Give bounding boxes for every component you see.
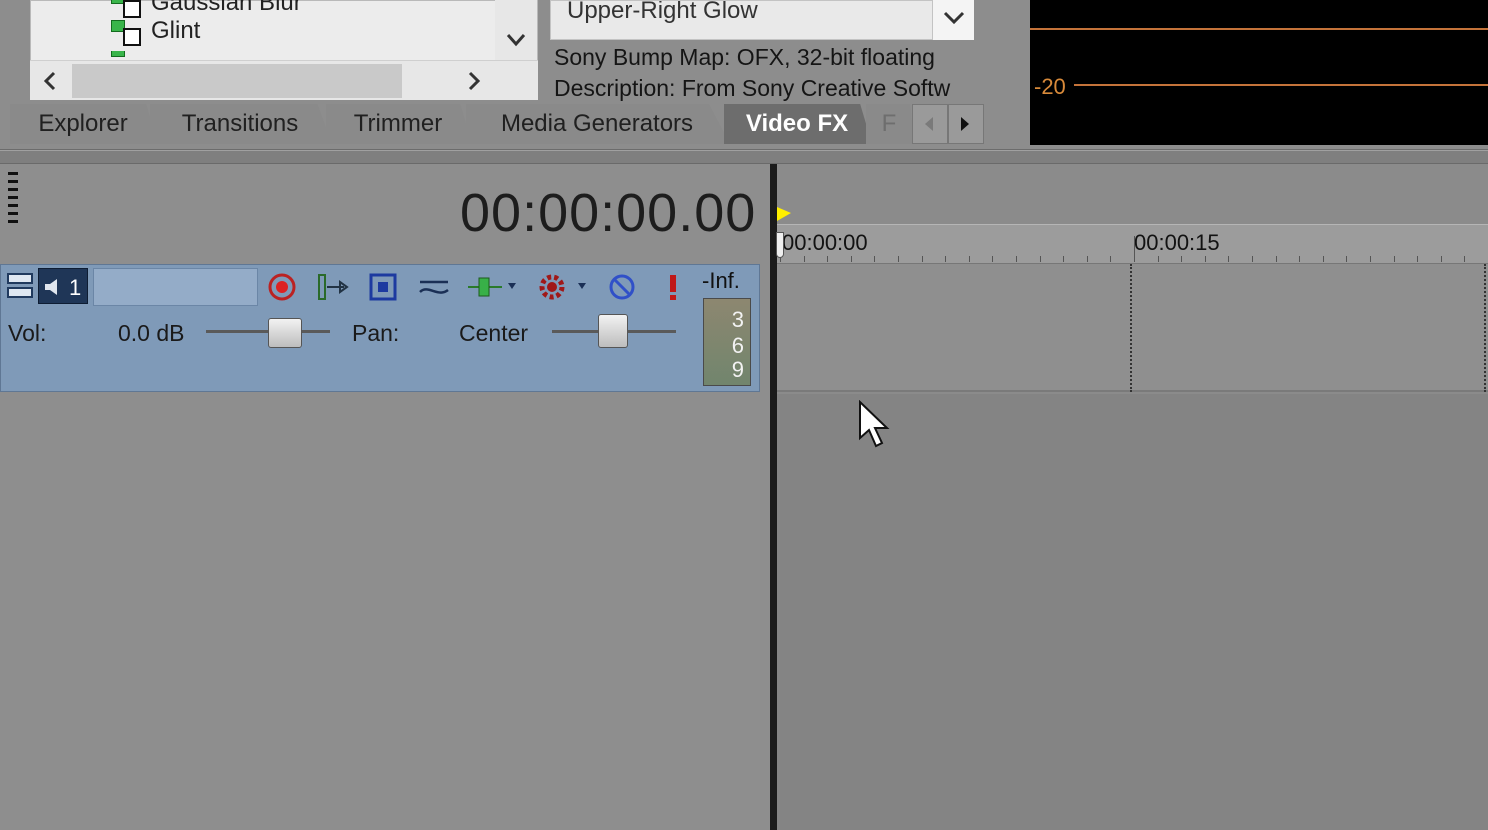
tab-scroll-right-button[interactable] bbox=[948, 104, 984, 144]
pan-value: Center bbox=[459, 320, 529, 346]
scroll-down-button[interactable] bbox=[495, 0, 537, 60]
chevron-down-icon bbox=[943, 11, 965, 25]
track-name-field[interactable] bbox=[93, 268, 258, 306]
ruler-tick bbox=[1299, 256, 1301, 262]
automation-settings-icon[interactable] bbox=[314, 270, 350, 304]
track-fx-icon[interactable] bbox=[366, 270, 400, 304]
ruler-tick bbox=[874, 256, 876, 262]
tab-video-fx[interactable]: Video FX bbox=[724, 104, 872, 144]
tab-partial[interactable]: F bbox=[866, 104, 914, 144]
tree-item-label: Glint bbox=[151, 17, 201, 44]
ruler-tick bbox=[1181, 256, 1183, 262]
ruler-tick bbox=[1204, 256, 1206, 262]
track-motion-icon[interactable] bbox=[416, 270, 452, 304]
ruler-tick bbox=[1228, 256, 1230, 262]
meter-label: 3 bbox=[731, 307, 744, 332]
drag-grip-icon[interactable] bbox=[8, 172, 18, 228]
scrollbar-thumb[interactable] bbox=[72, 64, 402, 98]
time-ruler[interactable] bbox=[777, 224, 1488, 264]
gridline bbox=[1130, 264, 1132, 392]
ruler-tick bbox=[1110, 256, 1112, 262]
level-line bbox=[1030, 28, 1488, 30]
ruler-tick bbox=[1417, 256, 1419, 262]
time-display[interactable]: 00:00:00.00 bbox=[460, 182, 756, 244]
plugin-description-text: Description: From Sony Creative Softw bbox=[554, 75, 951, 101]
triangle-left-icon bbox=[925, 117, 933, 131]
ruler-label: 00:00:00 bbox=[782, 230, 868, 255]
track-minimize-icon[interactable] bbox=[6, 270, 34, 302]
level-label: -20 bbox=[1034, 74, 1066, 99]
tree-item-gaussian-blur[interactable]: Gaussian Blur bbox=[111, 0, 302, 18]
ruler-tick bbox=[968, 256, 970, 262]
track-number: 1 bbox=[69, 275, 82, 300]
solo-icon[interactable] bbox=[660, 270, 686, 304]
gear-icon[interactable] bbox=[536, 270, 590, 304]
ruler-tick bbox=[803, 256, 805, 262]
pan-label: Pan: bbox=[352, 320, 400, 346]
volume-slider-thumb[interactable] bbox=[268, 318, 302, 348]
vol-label: Vol: bbox=[8, 320, 47, 346]
ruler-tick bbox=[898, 256, 899, 262]
ruler-tick bbox=[1322, 256, 1324, 262]
dock-splitter[interactable] bbox=[0, 150, 1488, 164]
playhead-marker[interactable] bbox=[777, 207, 791, 221]
track-lane[interactable] bbox=[777, 264, 1488, 392]
tab-explorer[interactable]: Explorer bbox=[10, 104, 158, 144]
ruler-tick bbox=[1086, 256, 1088, 262]
ruler-tick bbox=[1157, 256, 1159, 262]
level-line bbox=[1074, 84, 1488, 86]
ruler-tick bbox=[1370, 256, 1371, 262]
ruler-label: 00:00:15 bbox=[1134, 230, 1220, 255]
chevron-right-icon[interactable] bbox=[462, 67, 486, 95]
ruler-tick bbox=[1016, 256, 1017, 262]
ruler-tick bbox=[1440, 256, 1442, 262]
ruler-tick bbox=[1039, 256, 1041, 262]
ruler-tick bbox=[827, 256, 829, 262]
level-meter: 3 6 9 bbox=[703, 298, 751, 386]
chevron-down-icon bbox=[506, 34, 526, 47]
mute-icon[interactable] bbox=[606, 270, 638, 304]
ruler-tick bbox=[1134, 236, 1135, 262]
chevron-left-icon[interactable] bbox=[38, 67, 62, 95]
tree-item-label: Gaussian Blur bbox=[151, 0, 302, 16]
window-tabs: Explorer Transitions Trimmer Media Gener… bbox=[0, 104, 985, 146]
preset-dropdown-button[interactable] bbox=[932, 0, 974, 40]
plugin-icon bbox=[111, 18, 141, 46]
vol-value: 0.0 dB bbox=[118, 320, 185, 346]
empty-track-area[interactable] bbox=[777, 394, 1488, 830]
track-number-badge: 1 bbox=[38, 268, 88, 304]
ruler-tick bbox=[921, 256, 923, 262]
tab-media-generators[interactable]: Media Generators bbox=[466, 104, 730, 144]
mouse-pointer-icon bbox=[858, 399, 892, 457]
ruler-tick bbox=[1464, 256, 1466, 262]
ruler-tick bbox=[945, 256, 947, 262]
ruler-tick bbox=[1252, 256, 1253, 262]
tree-item-glint[interactable]: Glint bbox=[111, 17, 201, 46]
ruler-tick bbox=[1275, 256, 1277, 262]
ruler-tick bbox=[1346, 256, 1348, 262]
cursor-position-marker[interactable] bbox=[776, 232, 784, 258]
triangle-right-icon bbox=[961, 117, 969, 131]
preset-dropdown[interactable]: Upper-Right Glow bbox=[550, 0, 974, 40]
pan-slider-thumb[interactable] bbox=[598, 314, 628, 348]
gridline bbox=[1484, 264, 1486, 392]
tab-scroll-left-button[interactable] bbox=[912, 104, 948, 144]
ruler-tick bbox=[850, 256, 852, 262]
speaker-icon bbox=[45, 279, 57, 295]
ruler-tick bbox=[1063, 256, 1065, 262]
plugin-icon bbox=[111, 0, 141, 18]
tab-transitions[interactable]: Transitions bbox=[150, 104, 332, 144]
ruler-tick bbox=[1393, 256, 1395, 262]
plugin-info-text: Sony Bump Map: OFX, 32-bit floating bbox=[554, 44, 935, 70]
preset-value: Upper-Right Glow bbox=[567, 0, 758, 24]
track-splitter[interactable] bbox=[770, 164, 777, 830]
video-scope-panel: -20 bbox=[1030, 0, 1488, 145]
compositing-mode-icon[interactable] bbox=[466, 270, 520, 304]
tab-trimmer[interactable]: Trimmer bbox=[326, 104, 472, 144]
arm-for-record-icon[interactable] bbox=[266, 270, 298, 304]
meter-label: 6 bbox=[731, 333, 744, 358]
peak-level: -Inf. bbox=[702, 268, 740, 293]
meter-label: 9 bbox=[731, 357, 744, 382]
ruler-tick bbox=[992, 256, 994, 262]
